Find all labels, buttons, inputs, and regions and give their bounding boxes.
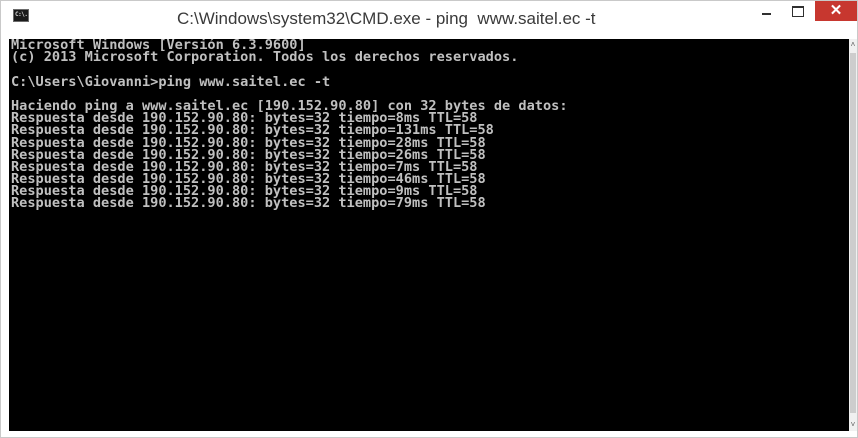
close-button[interactable]: ✕: [815, 1, 857, 21]
window-bottom-border: [1, 431, 857, 437]
scroll-down-arrow-icon[interactable]: ˅: [849, 419, 857, 431]
console-output[interactable]: Microsoft Windows [Versión 6.3.9600] (c) …: [9, 39, 849, 431]
console-line: C:\Users\Giovanni>ping www.saitel.ec -t: [11, 73, 331, 90]
cmd-icon[interactable]: C:\.: [13, 9, 29, 22]
console-text: Microsoft Windows [Versión 6.3.9600] (c) …: [11, 39, 568, 210]
console-line: Respuesta desde 190.152.90.80: bytes=32 …: [11, 195, 486, 212]
minimize-icon: [762, 13, 771, 15]
window-title: C:\Windows\system32\CMD.exe - ping www.s…: [177, 9, 596, 28]
cmd-icon-glyph: C:\.: [15, 11, 28, 18]
close-icon: ✕: [829, 2, 843, 19]
vertical-scrollbar[interactable]: ˄ ˅: [849, 39, 857, 431]
scroll-thumb[interactable]: [850, 53, 856, 413]
console-line: (c) 2013 Microsoft Corporation. Todos lo…: [11, 49, 519, 66]
maximize-button[interactable]: [784, 1, 812, 23]
cmd-window: C:\. C:\Windows\system32\CMD.exe - ping …: [0, 0, 858, 438]
title-bar[interactable]: C:\. C:\Windows\system32\CMD.exe - ping …: [1, 1, 857, 39]
minimize-button[interactable]: [753, 1, 781, 23]
scroll-up-arrow-icon[interactable]: ˄: [849, 39, 857, 51]
maximize-icon: [792, 6, 804, 17]
